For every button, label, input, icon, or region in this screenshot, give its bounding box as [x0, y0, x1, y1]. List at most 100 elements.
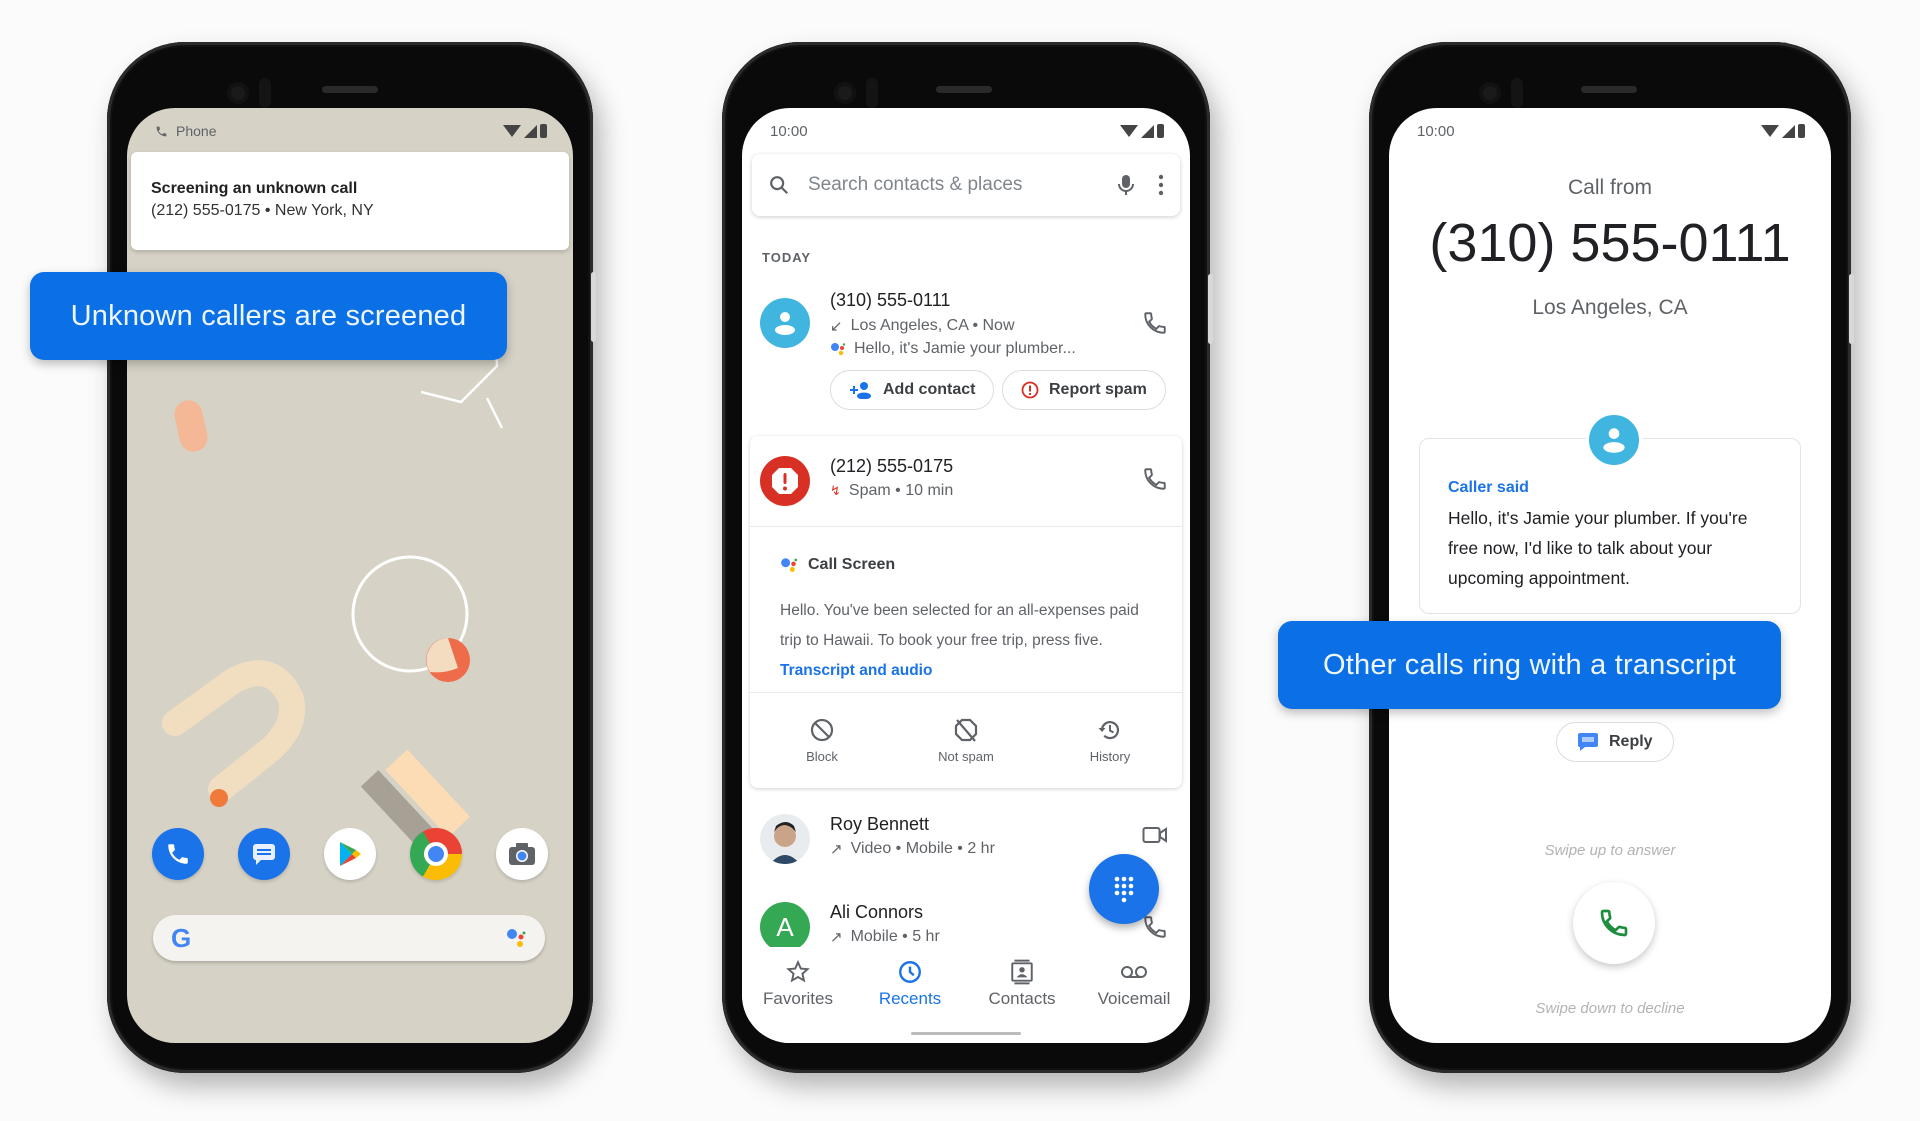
search-icon — [770, 176, 789, 195]
contact-name: Ali Connors — [830, 902, 924, 922]
incoming-number: (310) 555-0111 — [1429, 213, 1791, 273]
dock-play-store-app[interactable] — [324, 828, 376, 880]
callout-unknown-callers: Unknown callers are screened — [30, 272, 507, 360]
search-input[interactable]: Search contacts & places — [808, 174, 1116, 196]
call-detail: ↙ Los Angeles, CA • Now — [830, 317, 1015, 335]
outgoing-call-arrow-icon: ↗ — [830, 841, 843, 858]
bottom-navigation: Favorites Recents Contacts Voicemail — [742, 947, 1190, 1043]
incoming-call-screen: 10:00 Call from (310) 555-0111 Los Angel… — [1389, 108, 1831, 1043]
outgoing-call-arrow-icon: ↗ — [830, 929, 843, 946]
battery-icon — [1157, 124, 1164, 138]
callout-transcript: Other calls ring with a transcript — [1278, 621, 1781, 709]
call-detail: ↯ Spam • 10 min — [830, 482, 954, 499]
microphone-icon[interactable] — [1116, 173, 1136, 197]
dock-messages-app[interactable] — [238, 828, 290, 880]
dock-camera-app[interactable] — [496, 828, 548, 880]
star-icon — [786, 959, 810, 983]
wallpaper-art — [162, 274, 507, 854]
status-bar: 10:00 — [770, 120, 1164, 142]
block-icon — [810, 718, 834, 742]
call-back-icon[interactable] — [1142, 914, 1168, 940]
caller-message: Hello, it's Jamie your plumber. If you'r… — [1448, 508, 1748, 588]
call-snippet: Hello, it's Jamie your plumber... — [830, 340, 1076, 358]
search-contacts-bar[interactable]: Search contacts & places — [752, 154, 1180, 216]
call-back-icon[interactable] — [1142, 310, 1168, 336]
sensor — [259, 78, 271, 108]
caller-number: (310) 555-0111 — [830, 290, 951, 310]
history-icon — [1098, 721, 1120, 740]
status-icons — [1120, 124, 1164, 138]
tab-recents[interactable]: Recents — [855, 947, 965, 1043]
google-logo-icon: G — [171, 922, 192, 953]
reply-button[interactable]: Reply — [1556, 722, 1674, 762]
call-log-item[interactable]: (212) 555-0175 ↯ Spam • 10 min — [750, 436, 1182, 526]
tab-favorites[interactable]: Favorites — [743, 947, 853, 1043]
phone-right: 10:00 Call from (310) 555-0111 Los Angel… — [1369, 42, 1854, 1073]
app-dock — [152, 828, 548, 880]
sensor — [1511, 78, 1523, 108]
not-spam-icon — [954, 718, 978, 742]
assistant-icon — [831, 343, 846, 356]
history-button[interactable]: History — [1055, 717, 1165, 764]
message-icon — [1578, 733, 1598, 751]
call-screen-header: Call Screen — [780, 556, 895, 574]
more-options-icon[interactable] — [1158, 174, 1164, 196]
voicemail-icon — [1121, 966, 1147, 978]
block-button[interactable]: Block — [767, 717, 877, 764]
play-store-icon — [340, 842, 361, 866]
google-search-bar[interactable]: G — [153, 915, 545, 961]
missed-call-icon: ↯ — [830, 483, 841, 498]
contacts-icon — [1011, 959, 1033, 985]
section-header-today: TODAY — [762, 250, 812, 265]
status-bar: 10:00 — [1417, 120, 1805, 142]
call-detail: ↗ Video • Mobile • 2 hr — [830, 840, 995, 858]
person-photo — [770, 822, 800, 864]
caller-said-label: Caller said — [1448, 479, 1529, 496]
phone-icon — [1600, 909, 1628, 937]
signal-icon — [1141, 124, 1154, 138]
contact-avatar — [760, 298, 810, 348]
add-contact-button[interactable]: Add contact — [830, 370, 995, 410]
status-icons — [1761, 124, 1805, 138]
gesture-home-bar[interactable] — [911, 1032, 1021, 1035]
wifi-icon — [1120, 125, 1138, 137]
video-call-icon[interactable] — [1142, 826, 1168, 844]
wifi-icon — [1761, 125, 1779, 137]
dialpad-fab[interactable] — [1089, 854, 1159, 924]
dock-chrome-app[interactable] — [410, 828, 462, 880]
sensor — [866, 78, 878, 108]
tab-voicemail[interactable]: Voicemail — [1079, 947, 1189, 1043]
earpiece-speaker — [1581, 86, 1637, 93]
status-time: 10:00 — [1417, 122, 1455, 140]
call-detail: ↗ Mobile • 5 hr — [830, 928, 940, 946]
power-button — [1208, 274, 1213, 344]
dialpad-icon — [1114, 876, 1134, 903]
not-spam-button[interactable]: Not spam — [911, 717, 1021, 764]
message-icon — [253, 844, 275, 865]
incoming-call-arrow-icon: ↙ — [830, 318, 843, 335]
assistant-icon[interactable] — [505, 927, 527, 949]
phone-middle: 10:00 Search contacts & places TODAY (31… — [722, 42, 1213, 1073]
contact-letter-avatar: A — [760, 902, 810, 952]
contact-photo-avatar — [760, 814, 810, 864]
status-time: 10:00 — [770, 122, 808, 140]
transcript-and-audio-link[interactable]: Transcript and audio — [780, 662, 932, 679]
add-person-icon — [850, 382, 871, 399]
spam-call-card: (212) 555-0175 ↯ Spam • 10 min Call Scre… — [750, 436, 1182, 788]
phone-left: Phone Screening an unknown call (212) 55… — [107, 42, 596, 1073]
swipe-up-hint: Swipe up to answer — [1544, 842, 1676, 859]
power-button — [591, 272, 596, 342]
caller-location: Los Angeles, CA — [1532, 296, 1688, 319]
earpiece-speaker — [322, 86, 378, 93]
phone-app-recents-screen: 10:00 Search contacts & places TODAY (31… — [742, 108, 1190, 1043]
dock-phone-app[interactable] — [152, 828, 204, 880]
tab-contacts[interactable]: Contacts — [967, 947, 1077, 1043]
call-back-icon[interactable] — [1142, 466, 1168, 492]
camera-icon — [509, 843, 535, 865]
report-spam-button[interactable]: Report spam — [1002, 370, 1166, 410]
swipe-down-hint: Swipe down to decline — [1535, 1000, 1685, 1017]
call-log-item[interactable]: (310) 555-0111 ↙ Los Angeles, CA • Now H… — [742, 278, 1190, 438]
battery-icon — [1798, 124, 1805, 138]
chrome-icon — [424, 842, 448, 866]
answer-call-button[interactable] — [1573, 882, 1655, 964]
